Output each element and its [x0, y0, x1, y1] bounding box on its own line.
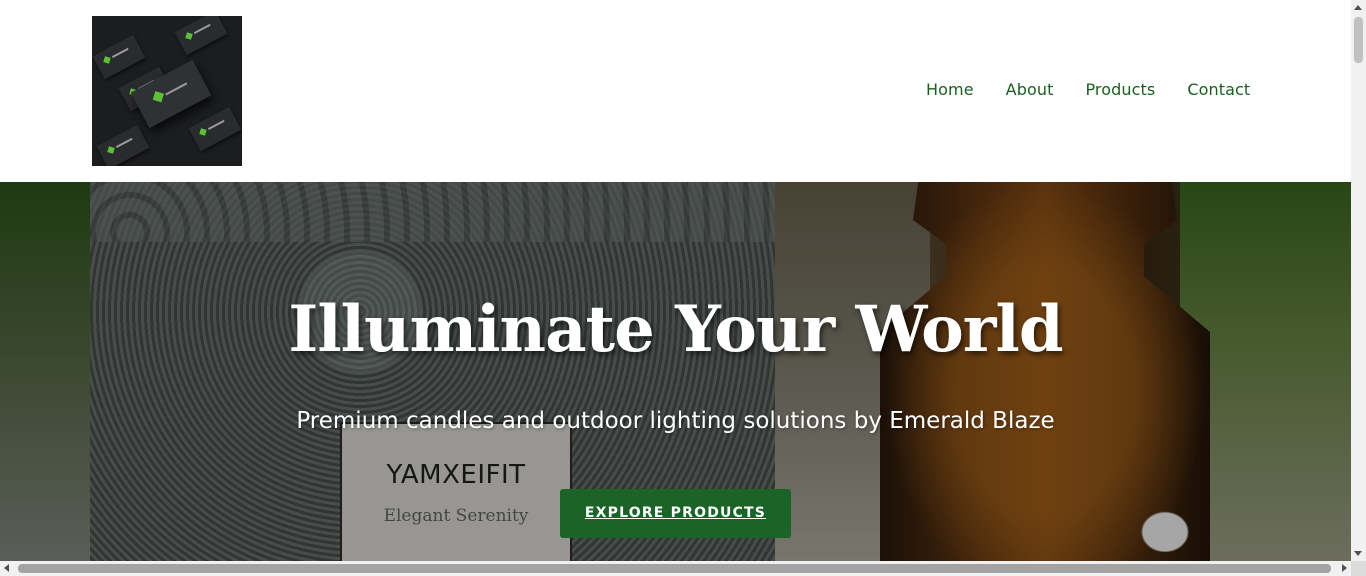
- business-cards-logo-icon[interactable]: [92, 16, 242, 166]
- scroll-right-arrow-icon[interactable]: [1342, 564, 1347, 572]
- scroll-down-arrow-icon[interactable]: [1354, 551, 1362, 556]
- logo-card: [92, 34, 146, 80]
- horizontal-scrollbar[interactable]: [0, 561, 1351, 576]
- vertical-scroll-thumb[interactable]: [1354, 17, 1363, 63]
- logo-card: [188, 106, 242, 152]
- main-nav: Home About Products Contact: [926, 80, 1250, 100]
- logo-main-card: [130, 59, 212, 129]
- nav-link-products[interactable]: Products: [1085, 80, 1155, 100]
- vertical-scrollbar[interactable]: [1351, 0, 1366, 561]
- scroll-left-arrow-icon[interactable]: [4, 564, 9, 572]
- nav-link-contact[interactable]: Contact: [1187, 80, 1250, 100]
- hero-subtitle: Premium candles and outdoor lighting sol…: [296, 408, 1055, 434]
- hero-title: Illuminate Your World: [288, 292, 1063, 367]
- horizontal-scroll-thumb[interactable]: [18, 564, 1331, 573]
- hero-section: YAMXEIFIT Elegant Serenity Illuminate Yo…: [0, 182, 1351, 561]
- scroll-up-arrow-icon[interactable]: [1354, 5, 1362, 10]
- logo-card: [96, 124, 150, 166]
- site-header: Home About Products Contact: [0, 0, 1351, 182]
- nav-link-home[interactable]: Home: [926, 80, 974, 100]
- scrollbar-corner: [1351, 561, 1366, 576]
- explore-products-button[interactable]: EXPLORE PRODUCTS: [560, 489, 791, 538]
- nav-link-about[interactable]: About: [1006, 80, 1054, 100]
- page-viewport: Home About Products Contact YAMXEIFIT El…: [0, 0, 1351, 561]
- logo-card: [174, 16, 228, 56]
